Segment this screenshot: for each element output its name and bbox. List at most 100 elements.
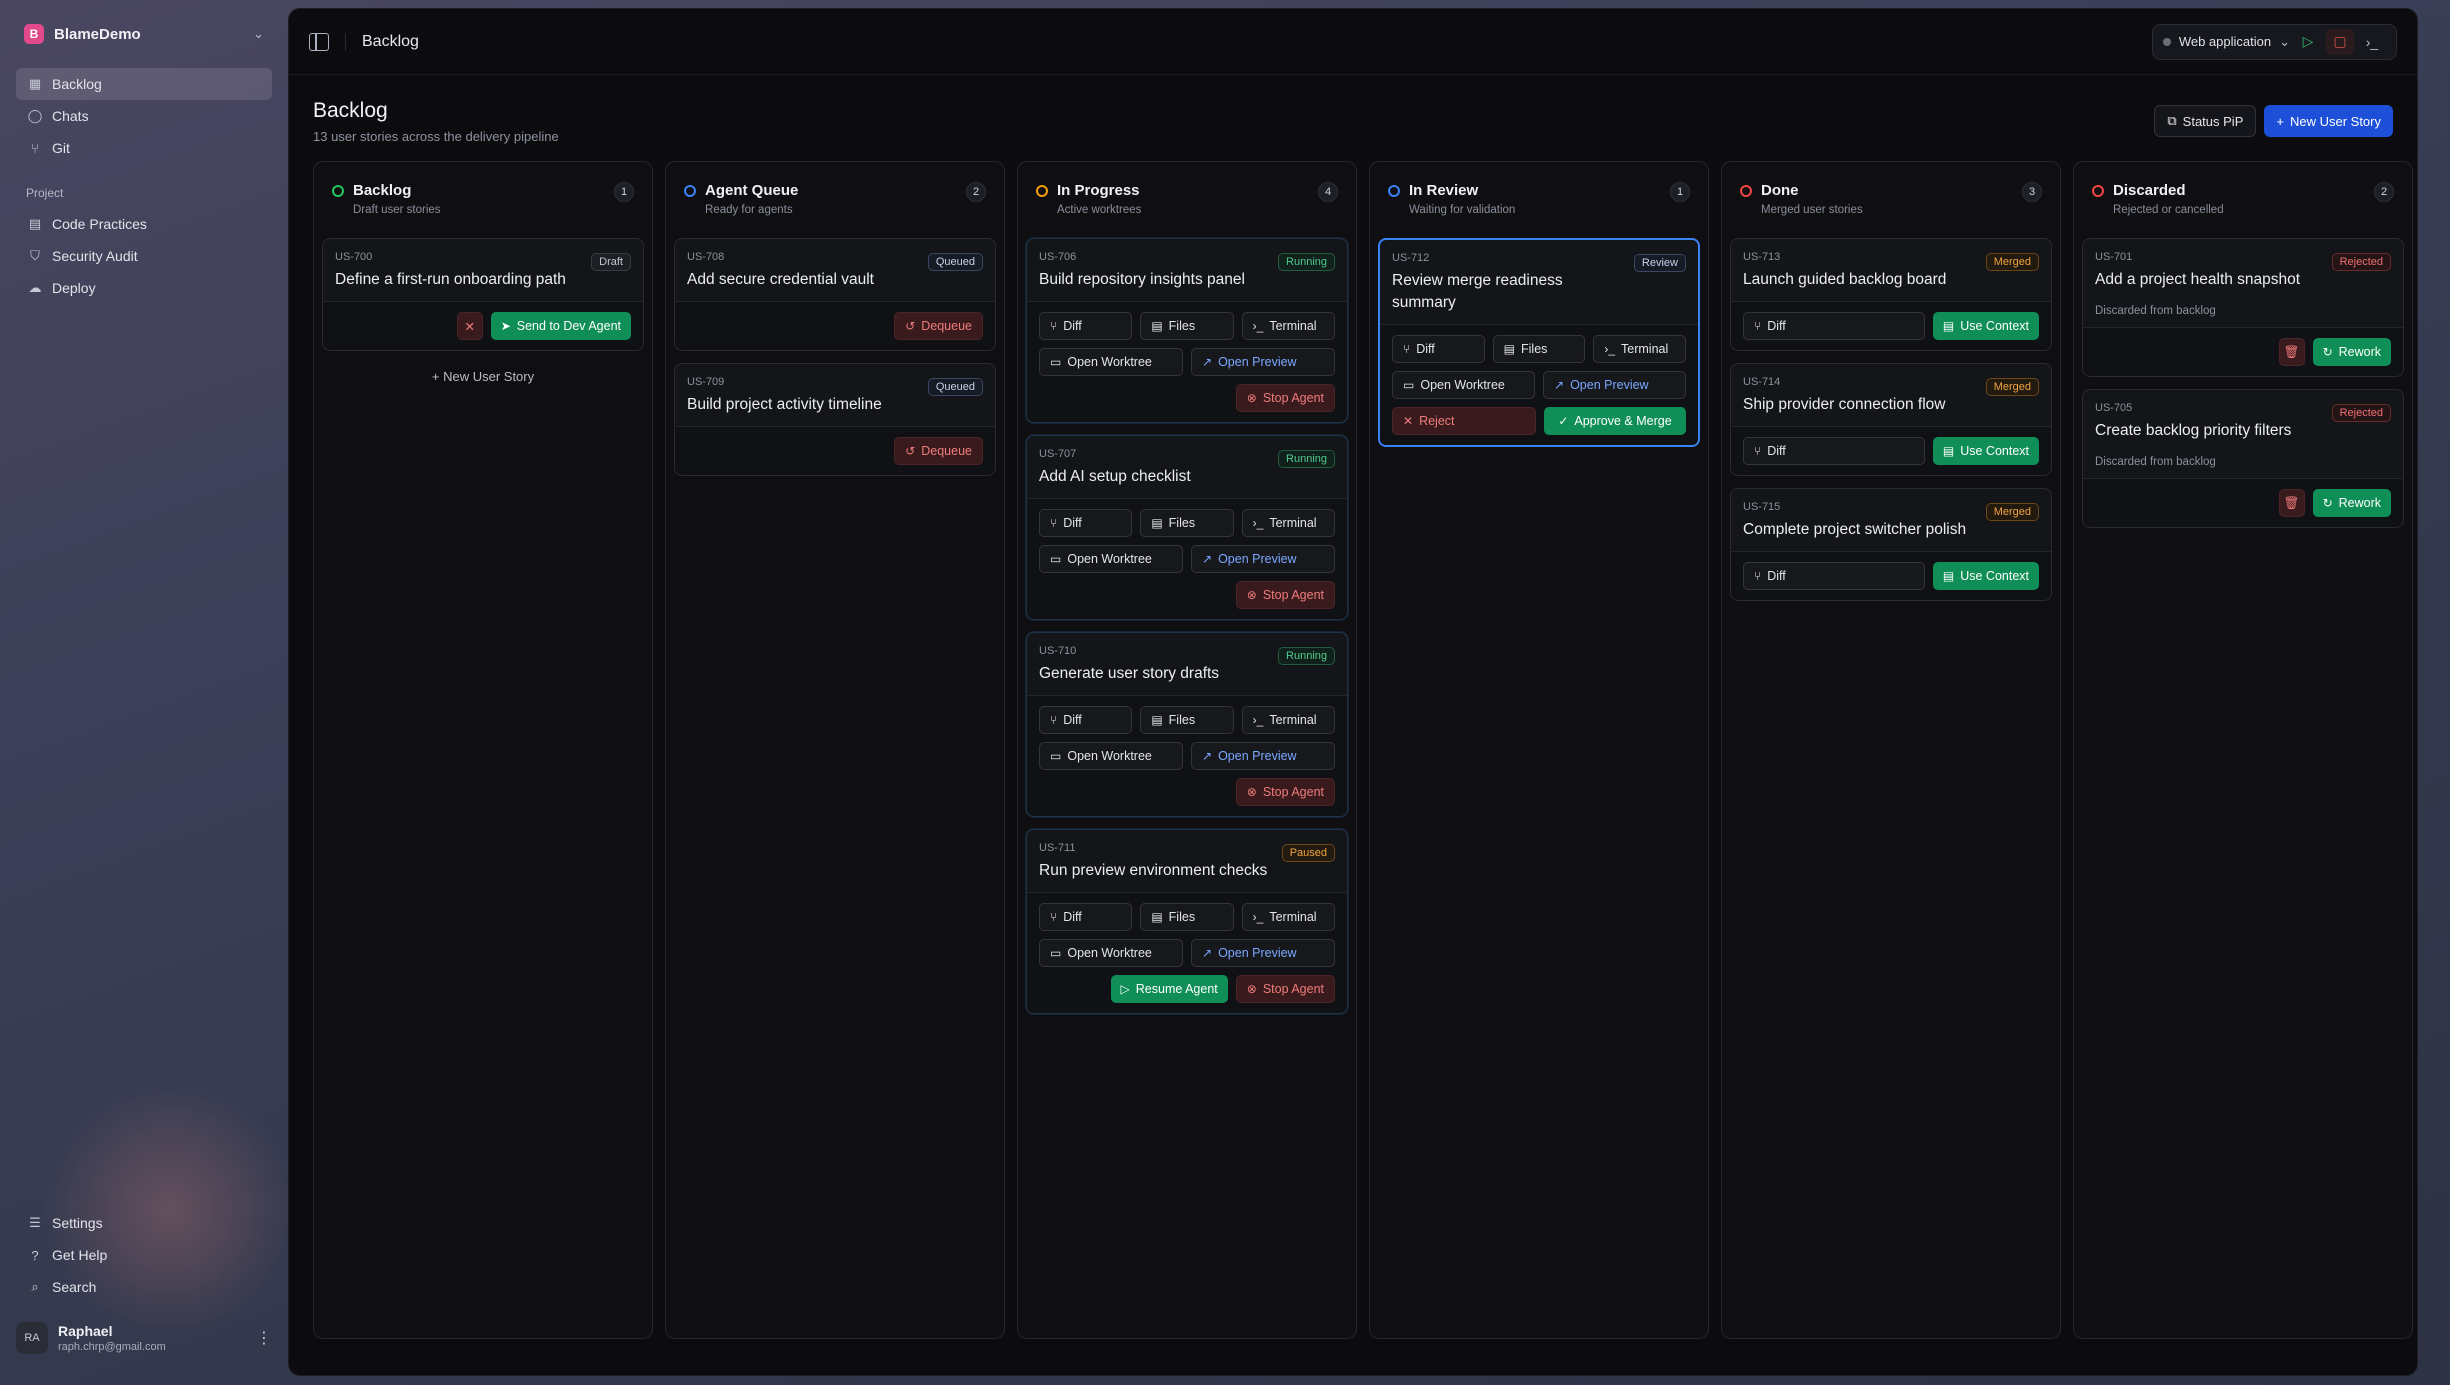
open-worktree-button[interactable]: ▭ Open Worktree: [1039, 742, 1183, 770]
chevron-down-icon[interactable]: ⌄: [2279, 34, 2290, 50]
files-button[interactable]: ▤ Files: [1140, 509, 1234, 537]
use-context-button-label: Use Context: [1960, 319, 2029, 333]
new-user-story-button[interactable]: + New User Story: [2264, 105, 2393, 137]
file-icon: ▤: [1942, 569, 1955, 583]
external-link-icon: ↗: [1202, 946, 1213, 960]
column-title: Agent Queue: [684, 182, 986, 199]
use-context-button[interactable]: ▤ Use Context: [1932, 312, 2039, 340]
reject-button[interactable]: ✕ Reject: [1392, 407, 1536, 435]
files-button[interactable]: ▤ Files: [1140, 312, 1234, 340]
open-worktree-button[interactable]: ▭ Open Worktree: [1039, 545, 1183, 573]
send-to-dev-agent-button[interactable]: ➤ Send to Dev Agent: [490, 312, 631, 340]
chevron-down-icon: ⌄: [253, 26, 264, 41]
page-header: Backlog 13 user stories across the deliv…: [313, 99, 559, 144]
diff-button-label: Diff: [1767, 319, 1786, 333]
diff-button[interactable]: ⑂ Diff: [1743, 437, 1925, 465]
sidebar-item-deploy[interactable]: ☁ Deploy: [16, 272, 272, 304]
open-worktree-button-label: Open Worktree: [1420, 378, 1505, 392]
diff-button[interactable]: ⑂ Diff: [1039, 312, 1133, 340]
open-worktree-button[interactable]: ▭ Open Worktree: [1392, 371, 1535, 399]
story-card[interactable]: US-711 Run preview environment checks Paus…: [1026, 829, 1348, 1014]
diff-button[interactable]: ⑂ Diff: [1039, 509, 1133, 537]
terminal-button[interactable]: ›_ Terminal: [1241, 706, 1335, 734]
story-card[interactable]: US-713 Launch guided backlog board Merged ⑂…: [1730, 238, 2052, 351]
stop-icon[interactable]: ▢: [2326, 28, 2354, 55]
rework-button[interactable]: ↻ Rework: [2312, 489, 2391, 517]
column-in-review: In Review Waiting for validation 1 US-712 Re…: [1369, 161, 1709, 1339]
open-preview-button[interactable]: ↗ Open Preview: [1191, 939, 1335, 967]
story-card[interactable]: US-715 Complete project switcher polish Me…: [1730, 488, 2052, 601]
open-worktree-button[interactable]: ▭ Open Worktree: [1039, 348, 1183, 376]
story-card[interactable]: US-700 Define a first-run onboarding path…: [322, 238, 644, 351]
status-badge: Paused: [1281, 844, 1335, 862]
terminal-button[interactable]: ›_ Terminal: [1241, 312, 1335, 340]
approve-merge-button[interactable]: ✓ Approve & Merge: [1544, 407, 1686, 435]
diff-button[interactable]: ⑂ Diff: [1039, 706, 1133, 734]
open-worktree-button-label: Open Worktree: [1067, 749, 1152, 763]
stop-agent-button[interactable]: ⊗ Stop Agent: [1235, 384, 1335, 412]
more-options-icon[interactable]: ⋮: [256, 1328, 272, 1348]
files-button[interactable]: ▤ Files: [1492, 335, 1586, 363]
story-card[interactable]: US-710 Generate user story drafts Running ⑂…: [1026, 632, 1348, 817]
sidebar-item-settings[interactable]: ☰ Settings: [16, 1207, 272, 1239]
play-icon[interactable]: ▷: [2294, 29, 2322, 55]
sidebar-toggle-icon[interactable]: [309, 32, 329, 51]
action-row: ⑂ Diff ▤ Use Context: [1743, 312, 2039, 340]
use-context-button[interactable]: ▤ Use Context: [1932, 562, 2039, 590]
open-preview-button[interactable]: ↗ Open Preview: [1191, 348, 1335, 376]
delete-button[interactable]: 🗑: [2278, 489, 2305, 517]
diff-button[interactable]: ⑂ Diff: [1743, 312, 1925, 340]
sidebar-item-search[interactable]: ⌕ Search: [16, 1271, 272, 1303]
use-context-button[interactable]: ▤ Use Context: [1932, 437, 2039, 465]
story-card[interactable]: US-705 Create backlog priority filters Rej…: [2082, 389, 2404, 528]
story-card[interactable]: US-706 Build repository insights panel Run…: [1026, 238, 1348, 423]
sidebar-item-get-help[interactable]: ? Get Help: [16, 1239, 272, 1271]
story-card[interactable]: US-714 Ship provider connection flow Merge…: [1730, 363, 2052, 476]
diff-button[interactable]: ⑂ Diff: [1039, 903, 1133, 931]
main-panel: Backlog Web application ⌄ ▷ ▢ ›_ Backlog…: [288, 8, 2418, 1376]
book-icon: ▤: [28, 216, 42, 231]
card-actions: ⑂ Diff ▤ Files ›_ Terminal ▭ Open Worktree ↗ Open…: [1027, 892, 1347, 1013]
terminal-button[interactable]: ›_ Terminal: [1241, 509, 1335, 537]
column-subtitle: Merged user stories: [1761, 204, 1863, 216]
sidebar-item-label: Get Help: [52, 1247, 108, 1263]
sidebar-item-chats[interactable]: ◯ Chats: [16, 100, 272, 132]
user-profile[interactable]: RA Raphael raph.chrp@gmail.com ⋮: [16, 1322, 272, 1354]
stop-agent-button[interactable]: ⊗ Stop Agent: [1235, 778, 1335, 806]
sidebar-item-git[interactable]: ⑂ Git: [16, 132, 272, 164]
story-card[interactable]: US-709 Build project activity timeline Que…: [674, 363, 996, 476]
files-button[interactable]: ▤ Files: [1140, 706, 1234, 734]
sidebar-item-security-audit[interactable]: ⛉ Security Audit: [16, 240, 272, 272]
environment-select[interactable]: Web application: [2179, 34, 2271, 49]
terminal-button[interactable]: ›_ Terminal: [1241, 903, 1335, 931]
story-card[interactable]: US-707 Add AI setup checklist Running ⑂ Diff…: [1026, 435, 1348, 620]
open-preview-button[interactable]: ↗ Open Preview: [1191, 742, 1335, 770]
resume-agent-button[interactable]: ▷ Resume Agent: [1110, 975, 1228, 1003]
dequeue-button[interactable]: ↺ Dequeue: [894, 312, 983, 340]
open-preview-button[interactable]: ↗ Open Preview: [1191, 545, 1335, 573]
status-pip-button[interactable]: ⧉ Status PiP: [2154, 105, 2257, 137]
terminal-button[interactable]: ›_ Terminal: [1593, 335, 1687, 363]
diff-button[interactable]: ⑂ Diff: [1743, 562, 1925, 590]
action-row: ▭ Open Worktree ↗ Open Preview: [1039, 939, 1335, 967]
open-preview-button[interactable]: ↗ Open Preview: [1543, 371, 1686, 399]
rework-button[interactable]: ↻ Rework: [2312, 338, 2391, 366]
story-card[interactable]: US-701 Add a project health snapshot Rejec…: [2082, 238, 2404, 377]
stop-agent-button[interactable]: ⊗ Stop Agent: [1235, 581, 1335, 609]
add-user-story-link[interactable]: + New User Story: [322, 369, 644, 384]
workspace-switcher[interactable]: B BlameDemo ⌄: [16, 16, 272, 52]
terminal-icon[interactable]: ›_: [2358, 29, 2386, 55]
sidebar-item-code-practices[interactable]: ▤ Code Practices: [16, 208, 272, 240]
remove-button[interactable]: ✕: [456, 312, 483, 340]
sidebar-item-backlog[interactable]: ▦ Backlog: [16, 68, 272, 100]
delete-button[interactable]: 🗑: [2278, 338, 2305, 366]
story-card[interactable]: US-712 Review merge readiness summary Revi…: [1378, 238, 1700, 447]
open-worktree-button[interactable]: ▭ Open Worktree: [1039, 939, 1183, 967]
diff-button[interactable]: ⑂ Diff: [1392, 335, 1485, 363]
stop-agent-button[interactable]: ⊗ Stop Agent: [1235, 975, 1335, 1003]
dequeue-button[interactable]: ↺ Dequeue: [894, 437, 983, 465]
files-button[interactable]: ▤ Files: [1140, 903, 1234, 931]
action-row: ↺ Dequeue: [687, 437, 983, 465]
status-ring-icon: [332, 184, 344, 197]
story-card[interactable]: US-708 Add secure credential vault Queued ↺…: [674, 238, 996, 351]
